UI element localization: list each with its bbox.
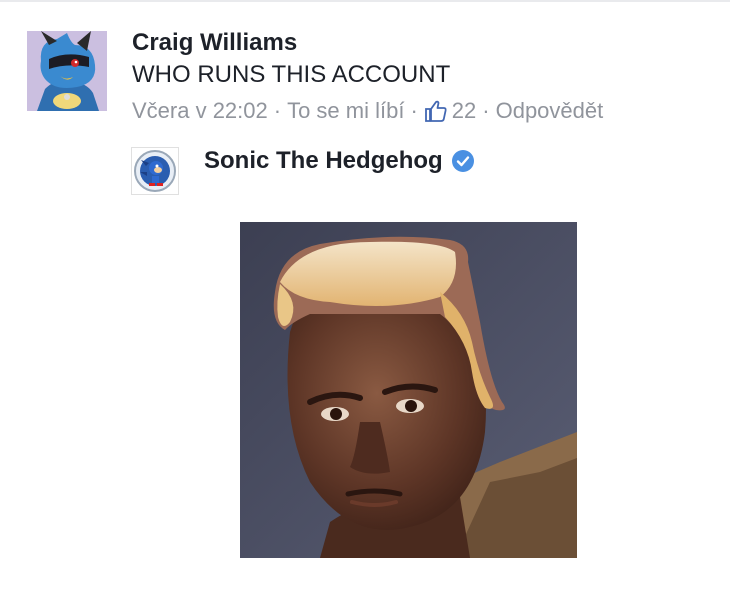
comment-author-name[interactable]: Craig Williams: [132, 29, 297, 57]
reply-avatar[interactable]: [131, 147, 179, 195]
verified-badge-icon: [451, 149, 475, 173]
reply-meme-image[interactable]: [240, 222, 577, 558]
comment-thread: Craig Williams WHO RUNS THIS ACCOUNT Vče…: [0, 0, 730, 596]
sonic-logo-avatar-icon: [134, 150, 176, 192]
reply-author: Sonic The Hedgehog: [204, 147, 475, 175]
thumbs-up-icon[interactable]: [424, 99, 448, 123]
meta-separator: ·: [273, 98, 282, 123]
reply-author-name[interactable]: Sonic The Hedgehog: [204, 147, 443, 175]
like-count[interactable]: 22: [452, 98, 476, 124]
riolu-avatar-icon: [27, 31, 107, 111]
comment-avatar[interactable]: [27, 31, 107, 111]
comment-timestamp[interactable]: Včera v 22:02: [132, 98, 268, 124]
comment-body: WHO RUNS THIS ACCOUNT: [132, 61, 451, 88]
meta-separator: ·: [482, 98, 490, 123]
meta-separator: ·: [410, 98, 418, 123]
comment-meta: Včera v 22:02 · To se mi líbí · 22 · Odp…: [132, 98, 603, 124]
divider: [0, 0, 730, 2]
like-link[interactable]: To se mi líbí: [287, 98, 404, 124]
meme-photo-image: [240, 222, 577, 558]
reply-link[interactable]: Odpovědět: [496, 98, 604, 124]
